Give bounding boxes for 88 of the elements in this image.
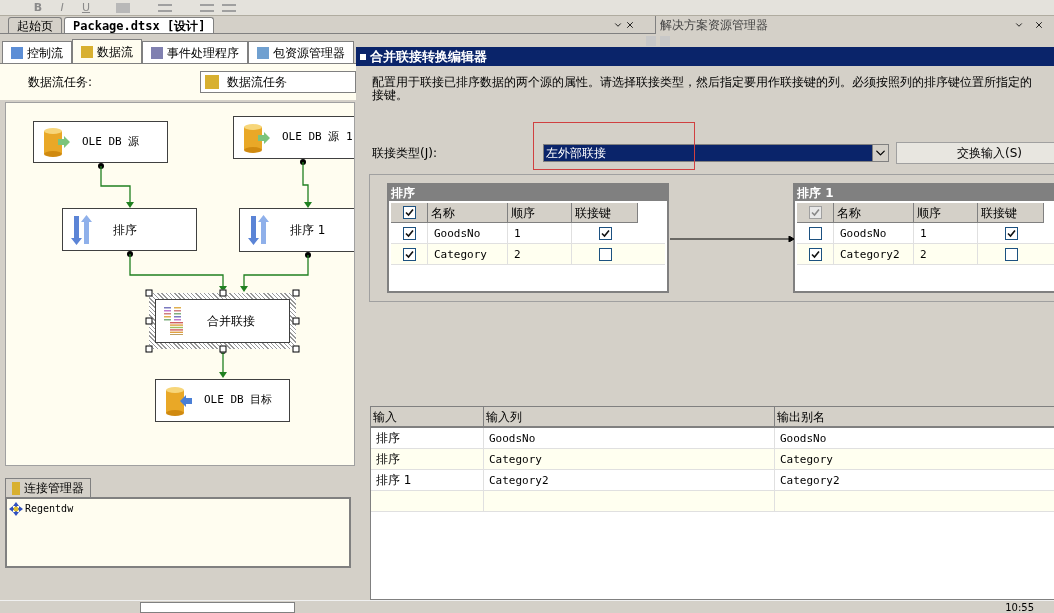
resize-handle[interactable] bbox=[292, 345, 300, 353]
column-header[interactable]: 名称 bbox=[834, 203, 914, 223]
checkbox[interactable] bbox=[1004, 247, 1018, 261]
designer-tab[interactable]: 包资源管理器 bbox=[248, 41, 354, 63]
document-tab[interactable]: 起始页 bbox=[8, 17, 62, 33]
connector-arrow[interactable] bbox=[300, 159, 312, 208]
column-header[interactable]: 输入 bbox=[371, 407, 484, 426]
table-cell: Category bbox=[780, 453, 833, 466]
connection-manager-tab[interactable]: 连接管理器 bbox=[5, 478, 91, 497]
document-tab[interactable]: Package.dtsx [设计] bbox=[64, 17, 215, 33]
designer-tab[interactable]: 控制流 bbox=[2, 41, 72, 63]
resize-handle[interactable] bbox=[145, 345, 153, 353]
table-cell: GoodsNo bbox=[780, 432, 827, 445]
checkbox[interactable] bbox=[402, 247, 416, 261]
table-title: 排序 bbox=[389, 185, 667, 201]
description-text: 接键。 bbox=[372, 89, 408, 102]
table-cell: Category bbox=[489, 453, 542, 466]
panel-title: 解决方案资源管理器 bbox=[660, 17, 768, 34]
checkbox[interactable] bbox=[402, 206, 416, 219]
column-header[interactable]: 顺序 bbox=[508, 203, 572, 223]
component-node[interactable]: 合并联接 bbox=[155, 299, 290, 343]
node-label: 排序 bbox=[112, 221, 137, 239]
column-header[interactable]: 输出别名 bbox=[775, 407, 1054, 426]
table-cell: 1 bbox=[914, 223, 978, 243]
clock-text: 10:55 bbox=[1005, 601, 1034, 613]
dropdown-icon[interactable] bbox=[613, 20, 623, 30]
column-header[interactable]: 联接键 bbox=[572, 203, 638, 223]
table-cell: GoodsNo bbox=[489, 432, 536, 445]
column-header[interactable]: 输入列 bbox=[484, 407, 775, 426]
component-node[interactable]: 排序 1 bbox=[239, 208, 354, 252]
title-bar: 合并联接转换编辑器 bbox=[356, 47, 1054, 66]
close-icon[interactable] bbox=[625, 20, 635, 30]
table-cell: 2 bbox=[914, 244, 978, 264]
component-node[interactable]: OLE DB 源 1 bbox=[233, 116, 354, 159]
task-select[interactable]: 数据流任务 bbox=[200, 71, 356, 93]
resize-handle[interactable] bbox=[292, 289, 300, 297]
checkbox[interactable] bbox=[1004, 226, 1018, 240]
designer-tab[interactable]: 数据流 bbox=[72, 39, 142, 63]
resize-handle[interactable] bbox=[145, 317, 153, 325]
node-label: OLE DB 目标 bbox=[204, 392, 273, 409]
database-source-icon bbox=[242, 121, 272, 154]
checkbox[interactable] bbox=[598, 247, 612, 261]
node-label: OLE DB 源 bbox=[82, 133, 140, 150]
description-text: 配置用于联接已排序数据的两个源的属性。请选择联接类型，然后指定要用作联接键的列。必须按照列的排序键位置所指定的 bbox=[372, 76, 1033, 89]
table-cell: 排序 bbox=[376, 431, 400, 445]
sort-arrows-icon bbox=[71, 213, 93, 246]
resize-handle[interactable] bbox=[292, 317, 300, 325]
join-type-label: 联接类型(J): bbox=[372, 145, 438, 162]
checkbox[interactable] bbox=[402, 226, 416, 240]
table-cell: Category2 bbox=[834, 244, 914, 264]
database-source-icon bbox=[42, 126, 72, 158]
node-label: 排序 1 bbox=[289, 222, 326, 239]
table-cell: GoodsNo bbox=[428, 223, 508, 243]
table-cell: Category bbox=[428, 244, 508, 264]
table-cell: Category2 bbox=[780, 474, 840, 487]
checkbox[interactable] bbox=[598, 226, 612, 240]
component-node[interactable]: OLE DB 目标 bbox=[155, 379, 290, 422]
component-node[interactable]: 排序 bbox=[62, 208, 197, 251]
database-destination-icon bbox=[164, 384, 194, 417]
resize-handle[interactable] bbox=[145, 289, 153, 297]
table-cell: Category2 bbox=[489, 474, 549, 487]
column-header[interactable]: 顺序 bbox=[914, 203, 978, 223]
checkbox[interactable] bbox=[808, 226, 822, 240]
resize-handle[interactable] bbox=[219, 289, 226, 297]
table-cell: 2 bbox=[508, 244, 572, 264]
checkbox[interactable] bbox=[808, 247, 822, 261]
dropdown-icon[interactable] bbox=[1014, 20, 1024, 30]
column-header[interactable]: 名称 bbox=[428, 203, 508, 223]
component-node[interactable]: OLE DB 源 bbox=[33, 121, 168, 163]
node-label: OLE DB 源 1 bbox=[282, 129, 353, 146]
sort-arrows-icon bbox=[248, 214, 270, 246]
resize-handle[interactable] bbox=[219, 345, 226, 353]
table-cell: 排序 1 bbox=[376, 473, 412, 487]
table-cell: GoodsNo bbox=[834, 223, 914, 243]
dropdown-icon[interactable] bbox=[872, 145, 888, 161]
window-icon bbox=[360, 53, 366, 60]
column-header[interactable]: 联接键 bbox=[978, 203, 1044, 223]
node-label: 合并联接 bbox=[206, 313, 255, 330]
swap-inputs-button[interactable]: 交换输入(S) bbox=[896, 142, 1054, 164]
join-type-select[interactable]: 左外部联接 bbox=[543, 144, 889, 162]
taskbar-item[interactable] bbox=[140, 601, 295, 613]
close-icon[interactable] bbox=[1034, 20, 1044, 30]
table-cell: 排序 bbox=[376, 452, 400, 466]
table-title: 排序 1 bbox=[795, 185, 1054, 201]
task-label: 数据流任务: bbox=[28, 74, 94, 91]
table-cell: 1 bbox=[508, 223, 572, 243]
designer-tab[interactable]: 事件处理程序 bbox=[142, 41, 248, 63]
merge-icon bbox=[164, 307, 183, 335]
